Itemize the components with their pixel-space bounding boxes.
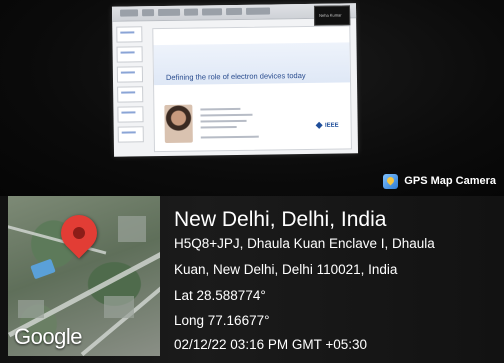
- address-line-1: H5Q8+JPJ, Dhaula Kuan Enclave I, Dhaula: [174, 236, 435, 251]
- gps-map-camera-icon: [383, 173, 399, 189]
- main-slide: Defining the role of electron devices to…: [152, 25, 352, 153]
- water-body: [30, 258, 56, 280]
- slide-thumbnail[interactable]: [117, 106, 144, 123]
- latitude: Lat 28.588774°: [174, 288, 266, 303]
- map-thumbnail[interactable]: Google: [8, 196, 160, 356]
- slide-thumbnail[interactable]: [116, 66, 144, 83]
- projector-screen: Neha Kumar Defining the role of electron…: [111, 3, 359, 157]
- location-info-panel: Google New Delhi, Delhi, India H5Q8+JPJ,…: [0, 196, 504, 363]
- slide-thumbnails: [116, 26, 144, 150]
- app-name: GPS Map Camera: [404, 175, 496, 187]
- address-line-2: Kuan, New Delhi, Delhi 110021, India: [174, 262, 398, 277]
- slide-thumbnail[interactable]: [116, 46, 143, 63]
- presenter-video: Neha Kumar: [313, 5, 351, 26]
- slide-thumbnail[interactable]: [117, 126, 144, 143]
- ieee-logo: IEEE: [315, 121, 339, 129]
- slide-thumbnail[interactable]: [117, 86, 144, 103]
- timestamp: 02/12/22 03:16 PM GMT +05:30: [174, 337, 368, 352]
- google-logo: Google: [14, 324, 82, 349]
- projected-slide-photo: Neha Kumar Defining the role of electron…: [0, 0, 504, 196]
- speaker-photo: [164, 104, 193, 143]
- slide-thumbnail[interactable]: [116, 26, 143, 43]
- place-name: New Delhi, Delhi, India: [174, 208, 387, 231]
- longitude: Long 77.16677°: [174, 313, 270, 328]
- gps-map-camera-tag: GPS Map Camera: [383, 172, 496, 190]
- presenter-name: Neha Kumar: [319, 12, 342, 18]
